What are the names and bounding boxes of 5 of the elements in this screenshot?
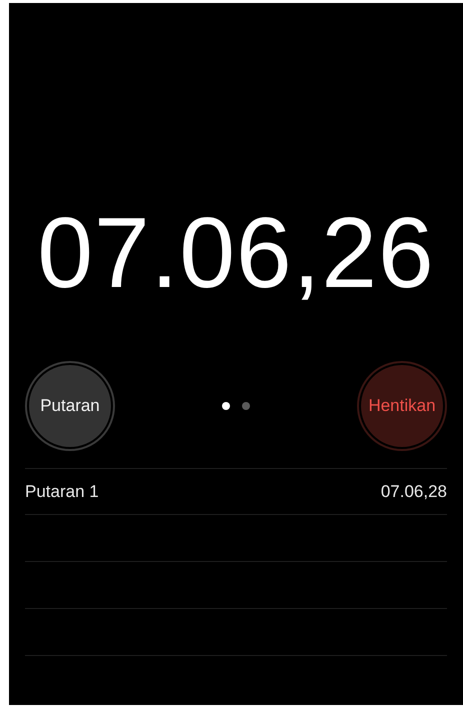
stopwatch-time: 07.06,26 bbox=[37, 203, 435, 303]
lap-time: 07.06,28 bbox=[380, 480, 447, 503]
stop-button[interactable]: Hentikan bbox=[361, 365, 443, 447]
lap-button[interactable]: Putaran bbox=[29, 365, 111, 447]
lap-label: Putaran 1 bbox=[25, 480, 99, 503]
